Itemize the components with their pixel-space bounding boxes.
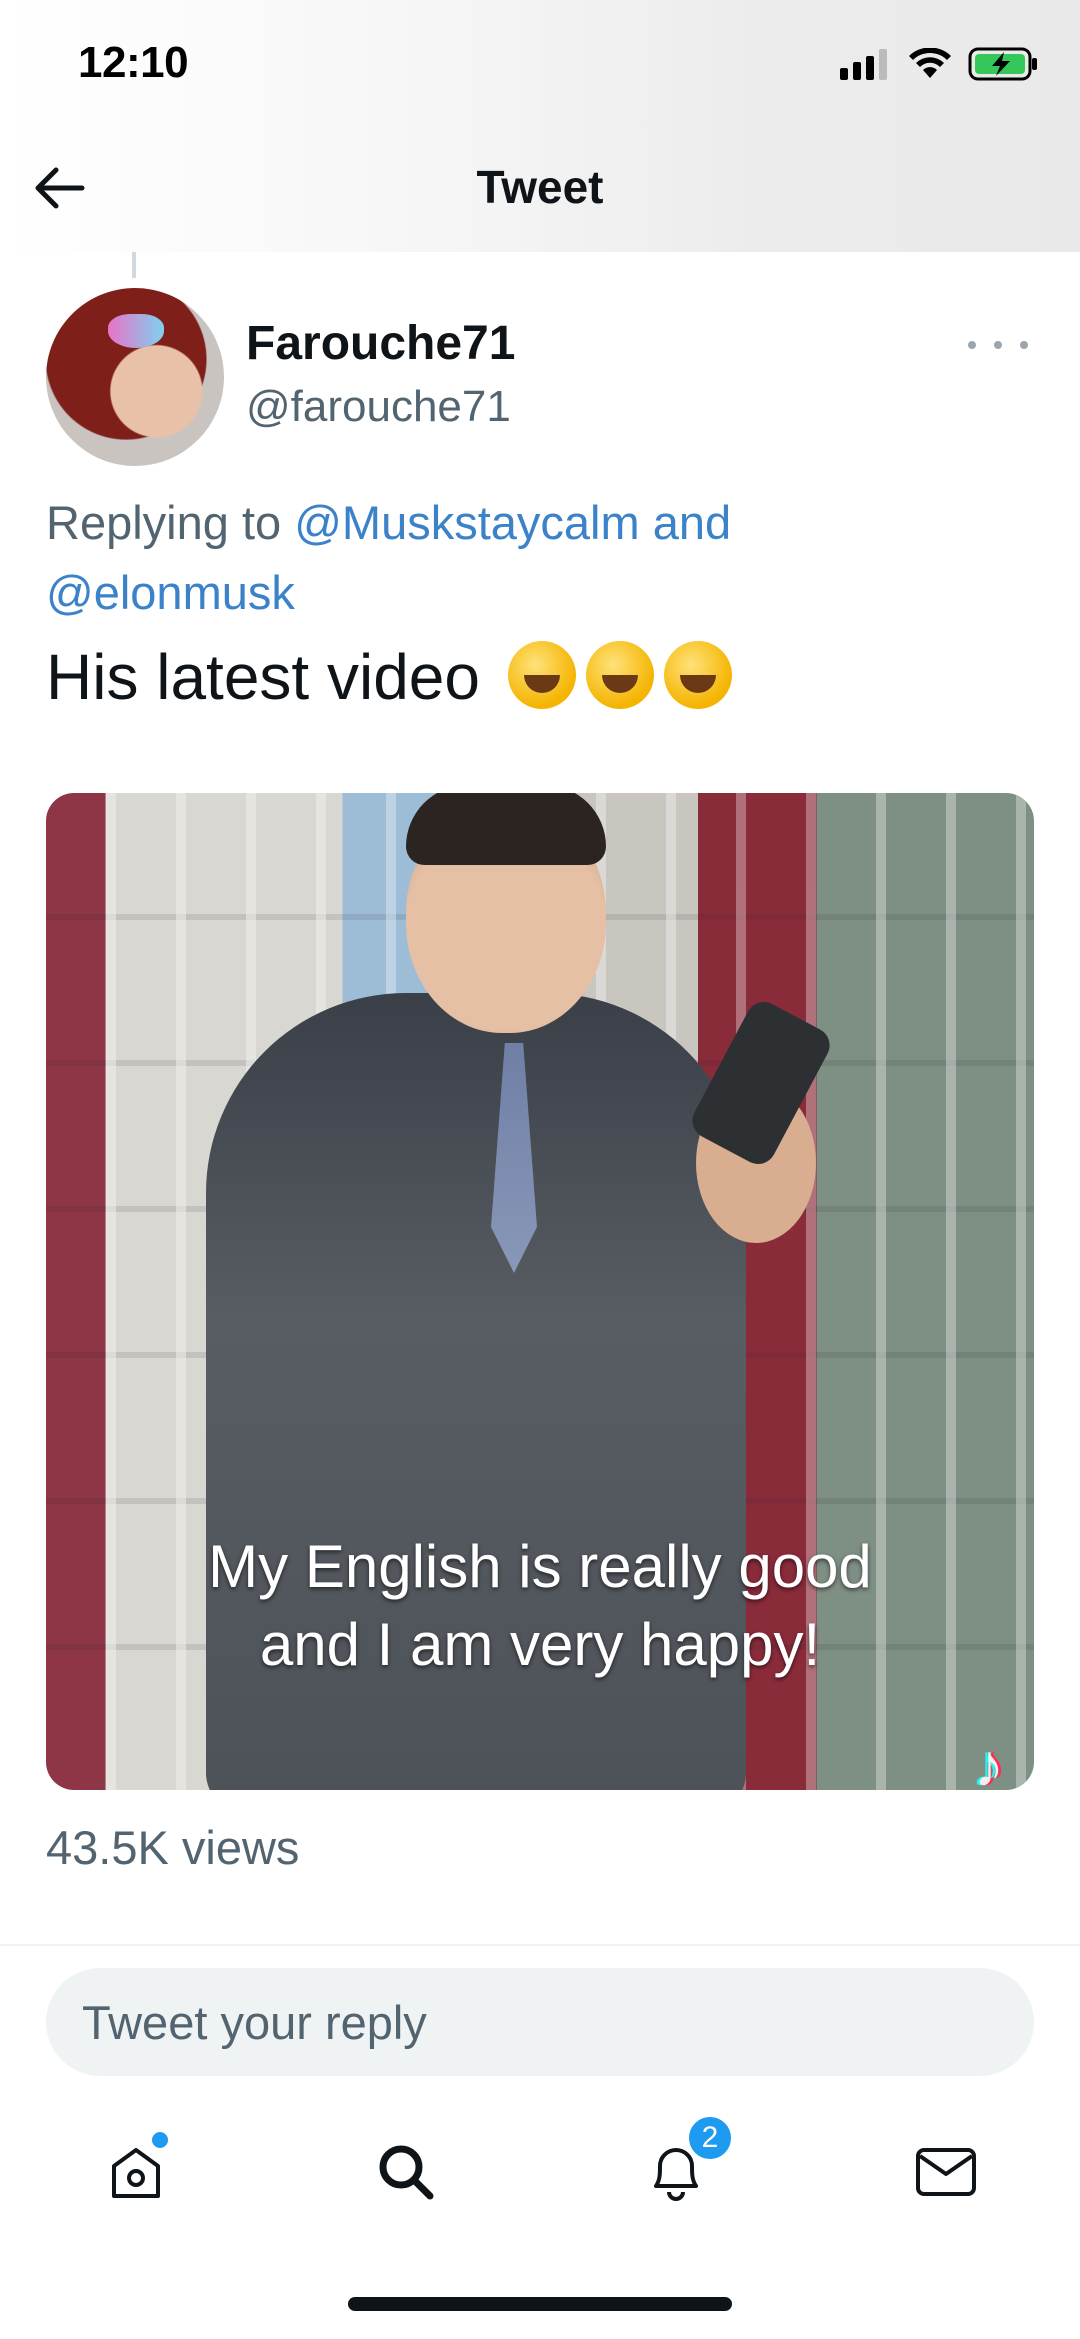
laughing-emoji-icon bbox=[585, 641, 654, 709]
reply-input[interactable]: Tweet your reply bbox=[46, 1968, 1034, 2076]
video-caption: My English is really good and I am very … bbox=[46, 1528, 1034, 1684]
avatar[interactable] bbox=[46, 288, 224, 466]
status-icons bbox=[840, 46, 1040, 86]
avatar-hair-bow bbox=[108, 314, 164, 348]
wifi-icon bbox=[908, 46, 952, 85]
replying-to: Replying to @Muskstaycalm and @elonmusk bbox=[46, 488, 1026, 628]
video-caption-line2: and I am very happy! bbox=[259, 1611, 821, 1678]
replying-joiner[interactable]: and bbox=[640, 496, 731, 549]
more-dot bbox=[1020, 341, 1028, 349]
tab-messages[interactable] bbox=[906, 2134, 986, 2214]
more-dot bbox=[968, 341, 976, 349]
battery-charging-icon bbox=[968, 46, 1040, 87]
tweet-detail-screen: 12:10 Tweet Farouche71 @farouche71 Reply… bbox=[0, 0, 1080, 2339]
home-indicator[interactable] bbox=[348, 2297, 732, 2311]
video-person-hair bbox=[406, 793, 606, 865]
bottom-tab-bar: 2 bbox=[0, 2110, 1080, 2230]
cellular-signal-icon bbox=[840, 48, 892, 85]
tweet-video[interactable]: My English is really good and I am very … bbox=[46, 793, 1034, 1790]
tab-search[interactable] bbox=[366, 2134, 446, 2214]
tweet-text-content: His latest video bbox=[46, 641, 480, 713]
top-bar: 12:10 Tweet bbox=[0, 0, 1080, 252]
search-icon bbox=[374, 2140, 438, 2209]
view-count: 43.5K views bbox=[46, 1821, 300, 1874]
more-dot bbox=[994, 341, 1002, 349]
video-caption-line1: My English is really good bbox=[208, 1533, 872, 1600]
home-icon bbox=[106, 2142, 166, 2207]
author-display-name[interactable]: Farouche71 bbox=[246, 316, 515, 371]
mail-icon bbox=[914, 2146, 978, 2203]
mention-elonmusk[interactable]: @elonmusk bbox=[46, 566, 295, 619]
laughing-emoji-icon bbox=[663, 641, 732, 709]
more-options-button[interactable] bbox=[968, 330, 1028, 360]
home-new-dot bbox=[152, 2132, 168, 2148]
tweet-text: His latest video bbox=[46, 640, 732, 714]
tab-notifications[interactable]: 2 bbox=[636, 2114, 734, 2214]
tab-home[interactable] bbox=[96, 2132, 176, 2214]
thread-line bbox=[132, 252, 136, 278]
status-time: 12:10 bbox=[78, 38, 189, 87]
author-handle[interactable]: @farouche71 bbox=[246, 382, 511, 432]
tiktok-logo-icon: ♪ bbox=[974, 1732, 1004, 1790]
mention-muskstaycalm[interactable]: @Muskstaycalm bbox=[294, 496, 639, 549]
notification-count-badge: 2 bbox=[686, 2114, 734, 2162]
page-title: Tweet bbox=[476, 161, 604, 213]
laughing-emoji-icon bbox=[507, 641, 576, 709]
divider bbox=[0, 1944, 1080, 1946]
replying-prefix: Replying to bbox=[46, 496, 295, 549]
reply-placeholder: Tweet your reply bbox=[82, 1995, 427, 2049]
